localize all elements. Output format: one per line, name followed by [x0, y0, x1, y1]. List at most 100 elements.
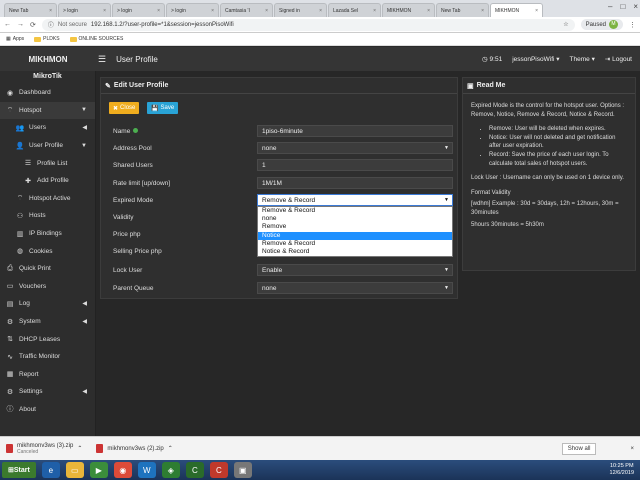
dropdown-option-highlighted[interactable]: Notice [258, 231, 452, 240]
close-icon: ✖ [113, 105, 119, 112]
sidebar-item-hotspot-active[interactable]: ⌔ Hotspot Active [0, 190, 95, 208]
sidebar-item-label: Profile List [37, 159, 68, 167]
star-icon[interactable]: ☆ [563, 21, 568, 28]
dropdown-option[interactable]: Remove & Record [258, 240, 452, 248]
sidebar-item-cookies[interactable]: ◍ Cookies [0, 242, 95, 260]
maximize-icon[interactable]: □ [620, 2, 625, 11]
lock-user-select[interactable]: Enable ▼ [257, 264, 453, 276]
sidebar-item-report[interactable]: ▦ Report [0, 366, 95, 384]
download-item[interactable]: mikhmonv3ws (2).zip ⌃ [96, 444, 173, 453]
app-header: MIKHMON ☰ User Profile ◷ 9:51 jessonPiso… [0, 47, 640, 71]
media-app-icon[interactable]: ▶ [89, 462, 108, 478]
close-icon[interactable]: × [319, 8, 322, 14]
word-app-icon[interactable]: W [137, 462, 156, 478]
session-selector[interactable]: jessonPisoWifi ▾ [512, 55, 559, 63]
close-icon[interactable]: × [49, 8, 52, 14]
back-icon[interactable]: ← [4, 21, 11, 28]
shared-users-input[interactable]: 1 [257, 159, 453, 171]
dropdown-option[interactable]: Remove [258, 223, 452, 231]
dropdown-option[interactable]: none [258, 215, 452, 223]
camtasia-app-icon[interactable]: C [185, 462, 204, 478]
name-input[interactable]: 1piso-6minute [257, 125, 453, 137]
browser-tab-active[interactable]: MIKHMON × [490, 3, 543, 17]
reload-icon[interactable]: ⟳ [30, 21, 36, 29]
app-icon[interactable]: ◈ [161, 462, 180, 478]
browser-tab[interactable]: Signed in × [274, 3, 327, 17]
chrome-app-icon[interactable]: ◉ [113, 462, 132, 478]
bookmark-online-sources[interactable]: ONLINE SOURCES [69, 36, 123, 42]
browser-tab[interactable]: > login × [166, 3, 219, 17]
chevron-down-icon[interactable]: ⌃ [168, 445, 173, 452]
close-icon[interactable]: × [157, 8, 160, 14]
close-icon[interactable]: × [427, 8, 430, 14]
url-text: 192.168.1.2/?user-profile=*1&session=jes… [90, 21, 234, 28]
save-button[interactable]: 💾 Save [147, 102, 179, 114]
sidebar-item-users[interactable]: 👥 Users ◀ [0, 119, 95, 137]
forward-icon[interactable]: → [17, 21, 24, 28]
minimize-icon[interactable]: – [608, 2, 612, 11]
more-menu-icon[interactable]: ⋮ [629, 21, 636, 29]
session-label: jessonPisoWifi [512, 56, 555, 63]
browser-tab[interactable]: New Tab × [436, 3, 489, 17]
sidebar-item-hosts[interactable]: ⚇ Hosts [0, 207, 95, 225]
bookmark-pldks[interactable]: PLDKS [34, 36, 60, 42]
dropdown-option[interactable]: Notice & Record [258, 248, 452, 256]
logout-button[interactable]: ⇥ Logout [605, 55, 632, 63]
bookmark-apps[interactable]: ▦ Apps [6, 36, 24, 42]
browser-tab[interactable]: New Tab × [4, 3, 57, 17]
browser-tab[interactable]: > login × [58, 3, 111, 17]
sidebar-item-add-profile[interactable]: ✚ Add Profile [0, 172, 95, 190]
url-field[interactable]: ⓘ Not secure 192.168.1.2/?user-profile=*… [41, 18, 575, 31]
dropdown-option[interactable]: Remove & Record [258, 207, 452, 215]
hamburger-menu-icon[interactable]: ☰ [98, 54, 106, 65]
expired-mode-select[interactable]: Remove & Record ▼ [257, 194, 453, 206]
close-icon[interactable]: × [630, 446, 634, 452]
download-item[interactable]: mikhmonv3ws (3).zip Canceled ⌃ [6, 443, 82, 455]
sidebar-item-profile-list[interactable]: ☰ Profile List [0, 154, 95, 172]
explorer-app-icon[interactable]: ▭ [65, 462, 84, 478]
sidebar-item-about[interactable]: ⓘ About [0, 401, 95, 419]
sidebar-item-dhcp-leases[interactable]: ⇅ DHCP Leases [0, 330, 95, 348]
sidebar-item-dashboard[interactable]: ◉ Dashboard [0, 84, 95, 102]
profile-button[interactable]: Paused M [580, 19, 623, 30]
sidebar-item-system[interactable]: ⚙ System ◀ [0, 313, 95, 331]
close-icon[interactable]: × [265, 8, 268, 14]
browser-tab-bar: New Tab × > login × > login × > login × Camt… [0, 0, 640, 17]
sidebar-item-ip-bindings[interactable]: ▥ IP Bindings [0, 225, 95, 243]
chevron-down-icon[interactable]: ⌃ [77, 445, 82, 452]
sidebar-item-log[interactable]: ▤ Log ◀ [0, 295, 95, 313]
sidebar-item-quick-print[interactable]: ⎙ Quick Print [0, 260, 95, 278]
plus-icon: ✚ [25, 177, 31, 185]
bookmark-label: PLDKS [43, 36, 60, 42]
info-icon[interactable]: ⓘ [48, 20, 54, 29]
readme-intro: Expired Mode is the control for the hots… [471, 103, 625, 118]
app-icon[interactable]: ▣ [233, 462, 252, 478]
browser-tab[interactable]: Lazada Sel × [328, 3, 381, 17]
browser-tab[interactable]: > login × [112, 3, 165, 17]
window-close-icon[interactable]: × [633, 2, 638, 11]
sidebar-item-label: Settings [19, 388, 43, 396]
close-icon[interactable]: × [481, 8, 484, 14]
sidebar-item-traffic-monitor[interactable]: ∿ Traffic Monitor [0, 348, 95, 366]
sidebar-item-vouchers[interactable]: ▭ Vouchers [0, 278, 95, 296]
sidebar-item-settings[interactable]: ⚙ Settings ◀ [0, 383, 95, 401]
chevron-left-icon: ◀ [82, 301, 87, 308]
show-all-button[interactable]: Show all [561, 442, 597, 455]
close-icon[interactable]: × [373, 8, 376, 14]
sidebar-item-hotspot[interactable]: ⌔ Hotspot ▼ [0, 101, 95, 120]
theme-menu[interactable]: Theme ▾ [570, 55, 595, 63]
close-icon[interactable]: × [211, 8, 214, 14]
rate-limit-input[interactable]: 1M/1M [257, 177, 453, 189]
ie-app-icon[interactable]: e [41, 462, 60, 478]
sidebar-item-user-profile[interactable]: 👤 User Profile ▼ [0, 137, 95, 155]
close-button[interactable]: ✖ Close [109, 102, 140, 114]
close-icon[interactable]: × [103, 8, 106, 14]
camtasia-recorder-app-icon[interactable]: C [209, 462, 228, 478]
browser-tab[interactable]: MIKHMON × [382, 3, 435, 17]
browser-tab[interactable]: Camtasia 'I × [220, 3, 273, 17]
start-button[interactable]: ⊞ Start [2, 462, 36, 478]
address-pool-select[interactable]: none ▼ [257, 142, 453, 154]
close-icon[interactable]: × [535, 8, 538, 14]
parent-queue-select[interactable]: none ▼ [257, 282, 453, 294]
system-clock[interactable]: 10:25 PM 12/6/2019 [610, 463, 634, 477]
